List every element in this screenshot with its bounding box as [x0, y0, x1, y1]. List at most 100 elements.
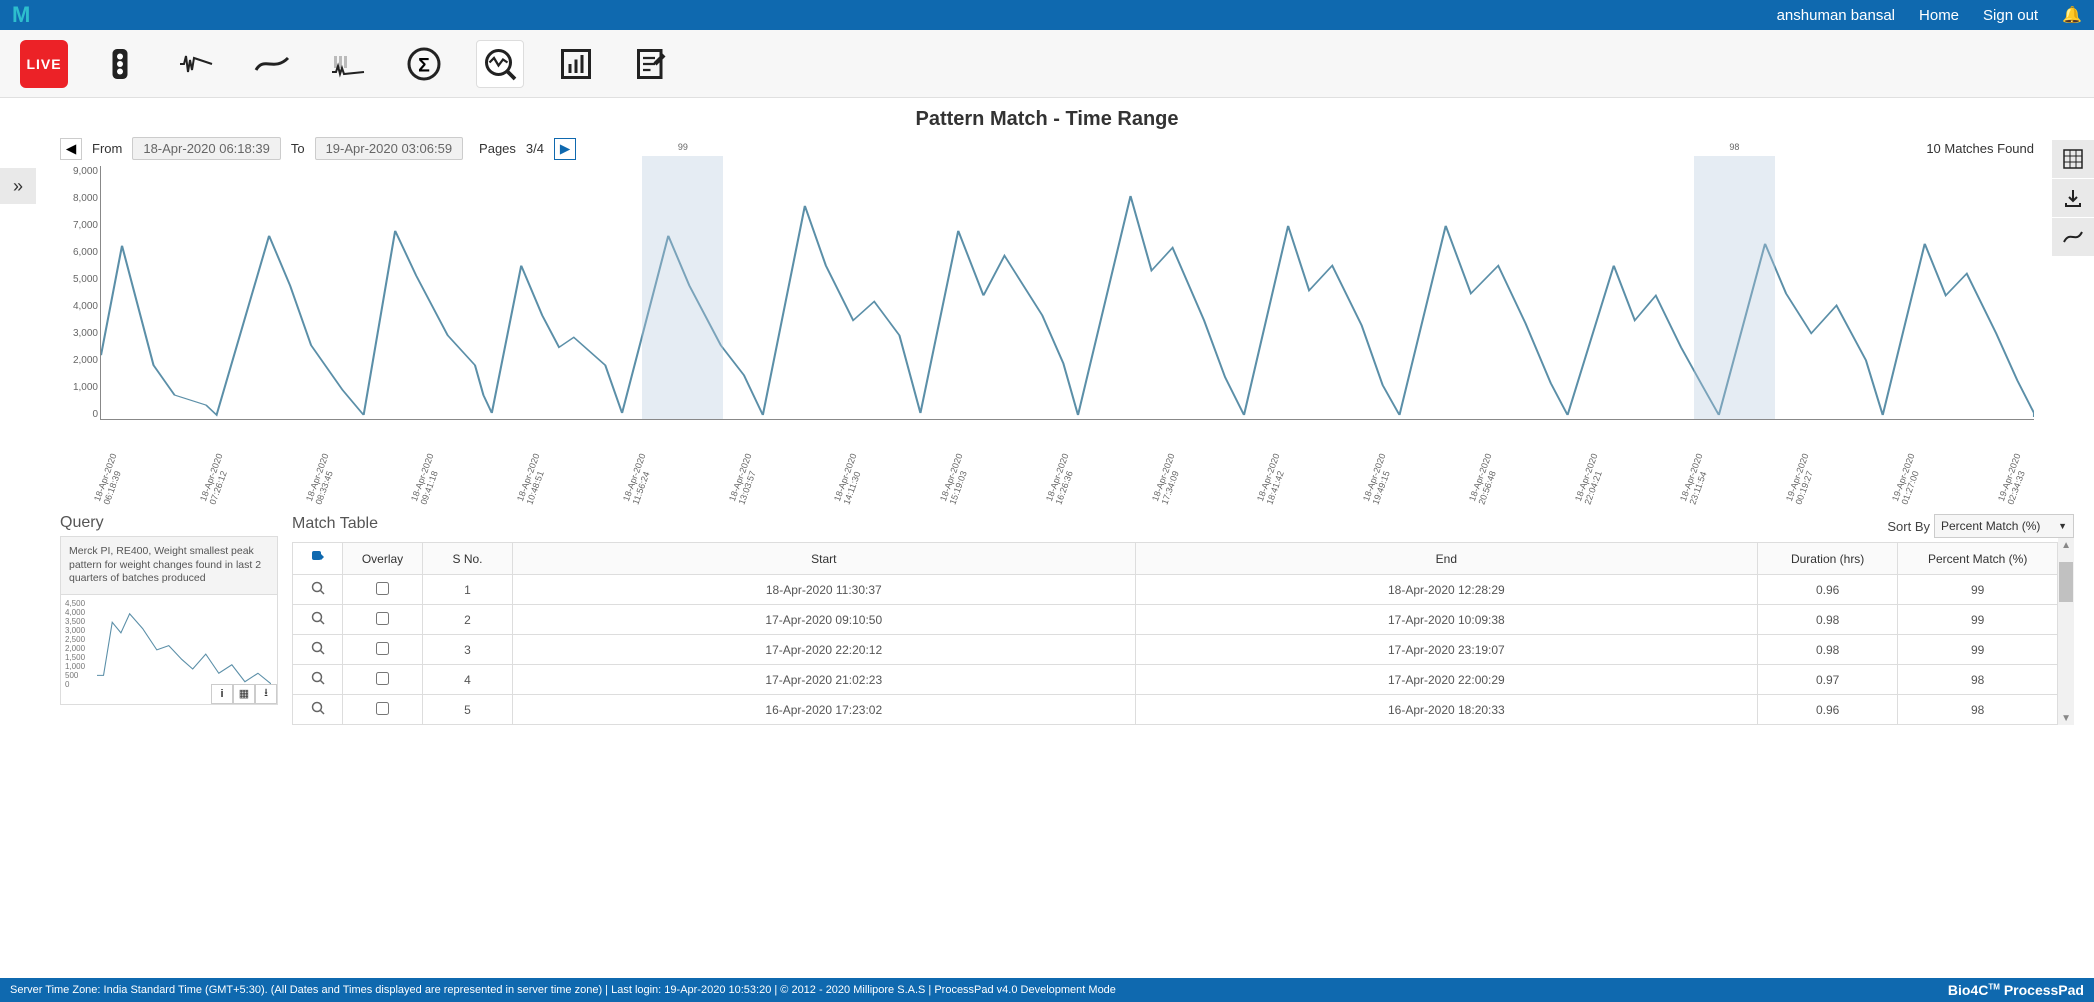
to-label: To	[291, 141, 305, 156]
x-axis: 18-Apr-2020 06:18:3918-Apr-2020 07:26:12…	[100, 454, 2034, 504]
end-cell: 17-Apr-2020 23:19:07	[1135, 635, 1758, 665]
duration-cell: 0.96	[1758, 695, 1898, 725]
user-name[interactable]: anshuman bansal	[1777, 7, 1895, 24]
table-row[interactable]: 5 16-Apr-2020 17:23:02 16-Apr-2020 18:20…	[293, 695, 2058, 725]
to-date[interactable]: 19-Apr-2020 03:06:59	[315, 137, 463, 160]
start-cell: 17-Apr-2020 09:10:50	[513, 605, 1136, 635]
tag-header-icon[interactable]	[293, 543, 343, 575]
duration-header: Duration (hrs)	[1758, 543, 1898, 575]
spectrum-icon[interactable]	[324, 40, 372, 88]
overlay-header: Overlay	[343, 543, 423, 575]
sort-by-select[interactable]: Percent Match (%) ▼	[1934, 514, 2074, 538]
percent-cell: 99	[1898, 605, 2058, 635]
pattern-match-icon[interactable]	[476, 40, 524, 88]
query-download-icon[interactable]: ⭳	[255, 684, 277, 704]
table-row[interactable]: 1 18-Apr-2020 11:30:37 18-Apr-2020 12:28…	[293, 575, 2058, 605]
start-header: Start	[513, 543, 1136, 575]
bar-chart-icon[interactable]	[552, 40, 600, 88]
swoosh-icon[interactable]	[248, 40, 296, 88]
query-table-icon[interactable]: ▦	[233, 684, 255, 704]
query-description: Merck PI, RE400, Weight smallest peak pa…	[60, 536, 278, 595]
overlay-checkbox[interactable]	[343, 635, 423, 665]
pages-value: 3/4	[526, 141, 544, 156]
wave-icon[interactable]	[172, 40, 220, 88]
query-y-axis: 4,5004,0003,5003,0002,5002,0001,5001,000…	[65, 599, 95, 686]
overlay-checkbox[interactable]	[343, 605, 423, 635]
sno-cell: 1	[423, 575, 513, 605]
sigma-icon[interactable]: Σ	[400, 40, 448, 88]
brand-logo: M	[12, 2, 30, 28]
live-button[interactable]: LIVE	[20, 40, 68, 88]
overlay-checkbox[interactable]	[343, 695, 423, 725]
end-cell: 18-Apr-2020 12:28:29	[1135, 575, 1758, 605]
inspect-icon[interactable]	[293, 605, 343, 635]
start-cell: 16-Apr-2020 17:23:02	[513, 695, 1136, 725]
end-header: End	[1135, 543, 1758, 575]
match-table: Overlay S No. Start End Duration (hrs) P…	[292, 542, 2058, 725]
download-icon[interactable]	[2052, 179, 2094, 217]
table-row[interactable]: 2 17-Apr-2020 09:10:50 17-Apr-2020 10:09…	[293, 605, 2058, 635]
dropdown-icon: ▼	[2058, 521, 2067, 531]
home-link[interactable]: Home	[1919, 7, 1959, 24]
report-edit-icon[interactable]	[628, 40, 676, 88]
prev-page-button[interactable]: ◀	[60, 138, 82, 160]
table-row[interactable]: 4 17-Apr-2020 21:02:23 17-Apr-2020 22:00…	[293, 665, 2058, 695]
grid-view-icon[interactable]	[2052, 140, 2094, 178]
start-cell: 18-Apr-2020 11:30:37	[513, 575, 1136, 605]
inspect-icon[interactable]	[293, 695, 343, 725]
duration-cell: 0.96	[1758, 575, 1898, 605]
signout-link[interactable]: Sign out	[1983, 7, 2038, 24]
footer-brand: Bio4CTM ProcessPad	[1948, 982, 2084, 998]
sno-cell: 4	[423, 665, 513, 695]
overlay-checkbox[interactable]	[343, 575, 423, 605]
from-date[interactable]: 18-Apr-2020 06:18:39	[132, 137, 280, 160]
sno-cell: 2	[423, 605, 513, 635]
main-toolbar: LIVE Σ	[0, 30, 2094, 98]
notifications-icon[interactable]: 🔔	[2062, 5, 2082, 25]
app-header: M anshuman bansal Home Sign out 🔔	[0, 0, 2094, 30]
time-range-controls: ◀ From 18-Apr-2020 06:18:39 To 19-Apr-20…	[0, 137, 2094, 166]
traffic-light-icon[interactable]	[96, 40, 144, 88]
matches-found: 10 Matches Found	[1926, 141, 2034, 156]
overlay-checkbox[interactable]	[343, 665, 423, 695]
plot-area[interactable]: 9998	[100, 166, 2034, 420]
svg-text:Σ: Σ	[418, 54, 430, 76]
lower-panels: Query Merck PI, RE400, Weight smallest p…	[0, 514, 2094, 735]
scroll-thumb[interactable]	[2059, 562, 2073, 602]
table-row[interactable]: 3 17-Apr-2020 22:20:12 17-Apr-2020 23:19…	[293, 635, 2058, 665]
sno-cell: 5	[423, 695, 513, 725]
next-page-button[interactable]: ▶	[554, 138, 576, 160]
sidebar-expand-button[interactable]: »	[0, 168, 36, 204]
scroll-up-icon[interactable]: ▲	[2058, 538, 2074, 552]
percent-cell: 99	[1898, 575, 2058, 605]
query-header: Query	[60, 514, 278, 532]
end-cell: 17-Apr-2020 10:09:38	[1135, 605, 1758, 635]
scroll-down-icon[interactable]: ▼	[2058, 711, 2074, 725]
percent-cell: 99	[1898, 635, 2058, 665]
start-cell: 17-Apr-2020 21:02:23	[513, 665, 1136, 695]
table-scrollbar[interactable]: ▲ ▼	[2058, 538, 2074, 725]
footer-text: Server Time Zone: India Standard Time (G…	[10, 984, 1116, 996]
start-cell: 17-Apr-2020 22:20:12	[513, 635, 1136, 665]
sno-cell: 3	[423, 635, 513, 665]
percent-header: Percent Match (%)	[1898, 543, 2058, 575]
page-title: Pattern Match - Time Range	[0, 108, 2094, 131]
inspect-icon[interactable]	[293, 575, 343, 605]
match-panel: Match Table Sort By Percent Match (%) ▼ …	[292, 514, 2074, 725]
from-label: From	[92, 141, 122, 156]
duration-cell: 0.98	[1758, 635, 1898, 665]
match-table-header: Match Table	[292, 515, 1887, 533]
duration-cell: 0.97	[1758, 665, 1898, 695]
main-chart: 9,0008,0007,0006,0005,0004,0003,0002,000…	[100, 166, 2034, 456]
query-chart: 4,5004,0003,5003,0002,5002,0001,5001,000…	[60, 595, 278, 705]
footer-bar: Server Time Zone: India Standard Time (G…	[0, 978, 2094, 1002]
inspect-icon[interactable]	[293, 635, 343, 665]
inspect-icon[interactable]	[293, 665, 343, 695]
percent-cell: 98	[1898, 695, 2058, 725]
pages-label: Pages	[479, 141, 516, 156]
sno-header: S No.	[423, 543, 513, 575]
curve-icon[interactable]	[2052, 218, 2094, 256]
sort-by-label: Sort By	[1887, 519, 1930, 534]
y-axis: 9,0008,0007,0006,0005,0004,0003,0002,000…	[62, 166, 98, 420]
query-info-icon[interactable]: i	[211, 684, 233, 704]
